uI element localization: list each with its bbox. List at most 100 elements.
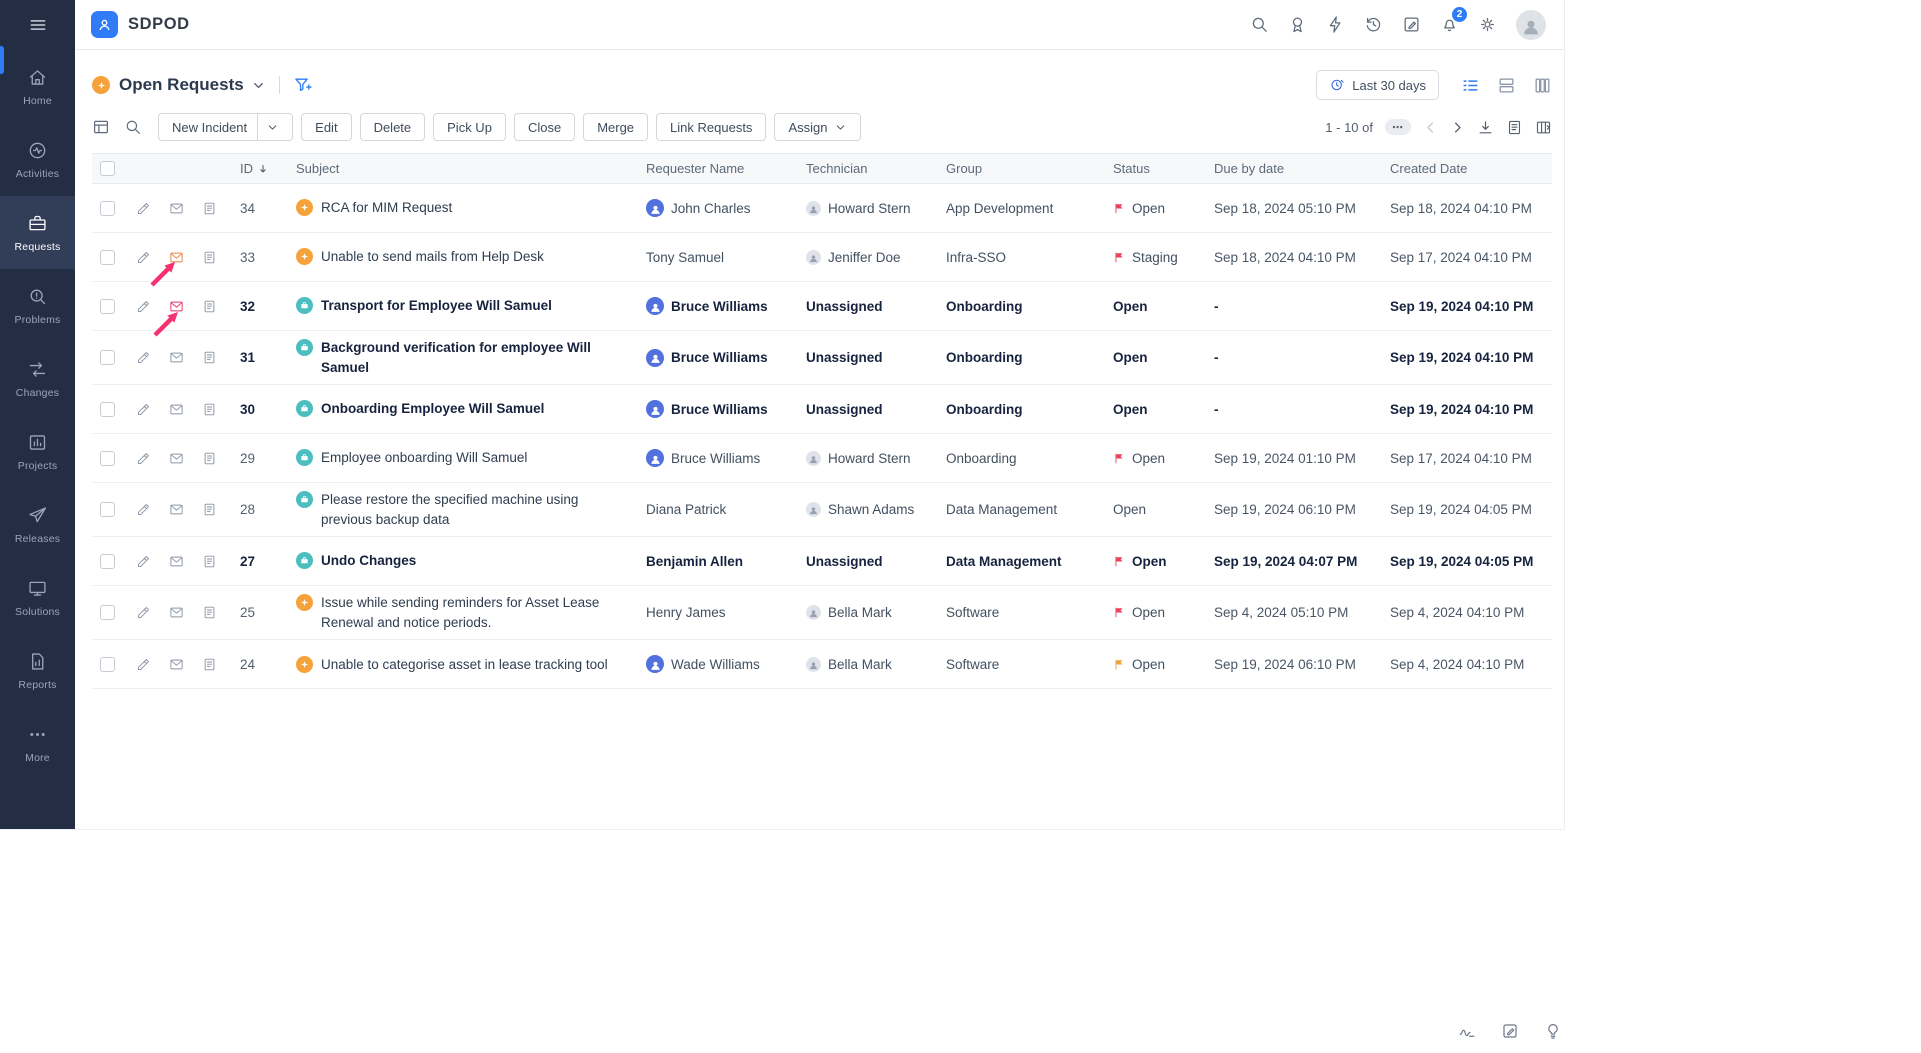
request-subject[interactable]: Transport for Employee Will Samuel <box>321 296 552 316</box>
edit-pencil-icon[interactable] <box>136 250 151 265</box>
feedback-compose-icon[interactable] <box>1402 15 1421 34</box>
new-incident-button[interactable]: New Incident <box>158 113 293 141</box>
add-view-icon[interactable] <box>92 118 110 136</box>
worklog-notes-icon[interactable] <box>202 299 217 314</box>
edit-pencil-icon[interactable] <box>136 350 151 365</box>
page-title[interactable]: Open Requests <box>119 75 244 95</box>
close-button[interactable]: Close <box>514 113 575 141</box>
feedback-note-icon[interactable] <box>1501 1022 1519 1040</box>
whats-new-icon[interactable] <box>1288 15 1307 34</box>
sidebar-item-problems[interactable]: Problems <box>0 269 75 342</box>
edit-pencil-icon[interactable] <box>136 299 151 314</box>
worklog-notes-icon[interactable] <box>202 451 217 466</box>
edit-pencil-icon[interactable] <box>136 657 151 672</box>
row-checkbox[interactable] <box>100 402 115 417</box>
send-mail-icon[interactable] <box>169 250 184 265</box>
sidebar-item-requests[interactable]: Requests <box>0 196 75 269</box>
edit-pencil-icon[interactable] <box>136 402 151 417</box>
settings-gear-icon[interactable] <box>1478 15 1497 34</box>
table-row[interactable]: 31 Background verification for employee W… <box>92 331 1552 385</box>
row-checkbox[interactable] <box>100 657 115 672</box>
request-id[interactable]: 27 <box>232 547 288 576</box>
row-checkbox[interactable] <box>100 250 115 265</box>
total-count-button[interactable]: ⋯ <box>1385 119 1411 135</box>
worklog-notes-icon[interactable] <box>202 502 217 517</box>
chevron-down-icon[interactable] <box>266 121 279 134</box>
column-header-created[interactable]: Created Date <box>1382 161 1552 176</box>
table-row[interactable]: 33Unable to send mails from Help DeskTon… <box>92 233 1552 282</box>
send-mail-icon[interactable] <box>169 502 184 517</box>
column-header-due[interactable]: Due by date <box>1206 161 1382 176</box>
request-subject[interactable]: Background verification for employee Wil… <box>321 338 630 377</box>
sidebar-item-releases[interactable]: Releases <box>0 488 75 561</box>
hamburger-menu-icon[interactable] <box>0 0 75 50</box>
row-checkbox[interactable] <box>100 554 115 569</box>
request-id[interactable]: 34 <box>232 194 288 223</box>
delete-button[interactable]: Delete <box>360 113 426 141</box>
column-header-group[interactable]: Group <box>938 161 1105 176</box>
notifications-button[interactable]: 2 <box>1440 14 1459 36</box>
send-mail-icon[interactable] <box>169 605 184 620</box>
worklog-notes-icon[interactable] <box>202 657 217 672</box>
signature-icon[interactable] <box>1458 1022 1476 1040</box>
view-selector-chevron-icon[interactable] <box>251 78 266 93</box>
edit-button[interactable]: Edit <box>301 113 351 141</box>
board-view-icon[interactable] <box>1533 76 1552 95</box>
table-row[interactable]: 25 Issue while sending reminders for Asse… <box>92 586 1552 640</box>
send-mail-icon[interactable] <box>169 350 184 365</box>
select-all-checkbox[interactable] <box>100 161 115 176</box>
row-checkbox[interactable] <box>100 605 115 620</box>
request-id[interactable]: 33 <box>232 243 288 272</box>
request-subject[interactable]: Unable to send mails from Help Desk <box>321 247 544 267</box>
user-avatar[interactable] <box>1516 10 1546 40</box>
edit-pencil-icon[interactable] <box>136 201 151 216</box>
table-row[interactable]: 24Unable to categorise asset in lease tr… <box>92 640 1552 689</box>
search-icon[interactable] <box>1250 15 1269 34</box>
send-mail-icon[interactable] <box>169 554 184 569</box>
sidebar-item-changes[interactable]: Changes <box>0 342 75 415</box>
assign-button[interactable]: Assign <box>774 113 861 141</box>
link-requests-button[interactable]: Link Requests <box>656 113 766 141</box>
worklog-notes-icon[interactable] <box>202 350 217 365</box>
column-header-requester[interactable]: Requester Name <box>638 161 798 176</box>
table-row[interactable]: 32Transport for Employee Will SamuelBruc… <box>92 282 1552 331</box>
worklog-notes-icon[interactable] <box>202 554 217 569</box>
request-subject[interactable]: Employee onboarding Will Samuel <box>321 448 527 468</box>
worklog-notes-icon[interactable] <box>202 201 217 216</box>
sidebar-item-solutions[interactable]: Solutions <box>0 561 75 634</box>
previous-page-icon[interactable] <box>1423 120 1438 135</box>
sidebar-item-activities[interactable]: Activities <box>0 123 75 196</box>
send-mail-icon[interactable] <box>169 201 184 216</box>
export-download-icon[interactable] <box>1477 119 1494 136</box>
row-checkbox[interactable] <box>100 350 115 365</box>
edit-pencil-icon[interactable] <box>136 502 151 517</box>
sidebar-item-more[interactable]: More <box>0 707 75 780</box>
send-mail-icon[interactable] <box>169 299 184 314</box>
table-row[interactable]: 29Employee onboarding Will SamuelBruce W… <box>92 434 1552 483</box>
request-subject[interactable]: Unable to categorise asset in lease trac… <box>321 655 608 675</box>
sidebar-item-reports[interactable]: Reports <box>0 634 75 707</box>
split-view-icon[interactable] <box>1497 76 1516 95</box>
edit-pencil-icon[interactable] <box>136 451 151 466</box>
request-subject[interactable]: Issue while sending reminders for Asset … <box>321 593 630 632</box>
column-header-technician[interactable]: Technician <box>798 161 938 176</box>
table-row[interactable]: 34RCA for MIM RequestJohn CharlesHoward … <box>92 184 1552 233</box>
list-view-icon[interactable] <box>1461 76 1480 95</box>
quick-actions-zap-icon[interactable] <box>1326 15 1345 34</box>
request-id[interactable]: 25 <box>232 598 288 627</box>
sidebar-item-home[interactable]: Home <box>0 50 75 123</box>
zia-bulb-icon[interactable] <box>1544 1022 1562 1040</box>
edit-pencil-icon[interactable] <box>136 554 151 569</box>
request-subject[interactable]: Please restore the specified machine usi… <box>321 490 630 529</box>
request-id[interactable]: 32 <box>232 292 288 321</box>
sidebar-item-projects[interactable]: Projects <box>0 415 75 488</box>
edit-pencil-icon[interactable] <box>136 605 151 620</box>
list-search-icon[interactable] <box>124 118 142 136</box>
merge-button[interactable]: Merge <box>583 113 648 141</box>
app-logo[interactable] <box>91 11 118 38</box>
date-range-filter-button[interactable]: Last 30 days <box>1316 70 1439 100</box>
column-header-id[interactable]: ID <box>232 161 288 176</box>
request-id[interactable]: 31 <box>232 343 288 372</box>
send-mail-icon[interactable] <box>169 657 184 672</box>
table-row[interactable]: 30Onboarding Employee Will SamuelBruce W… <box>92 385 1552 434</box>
